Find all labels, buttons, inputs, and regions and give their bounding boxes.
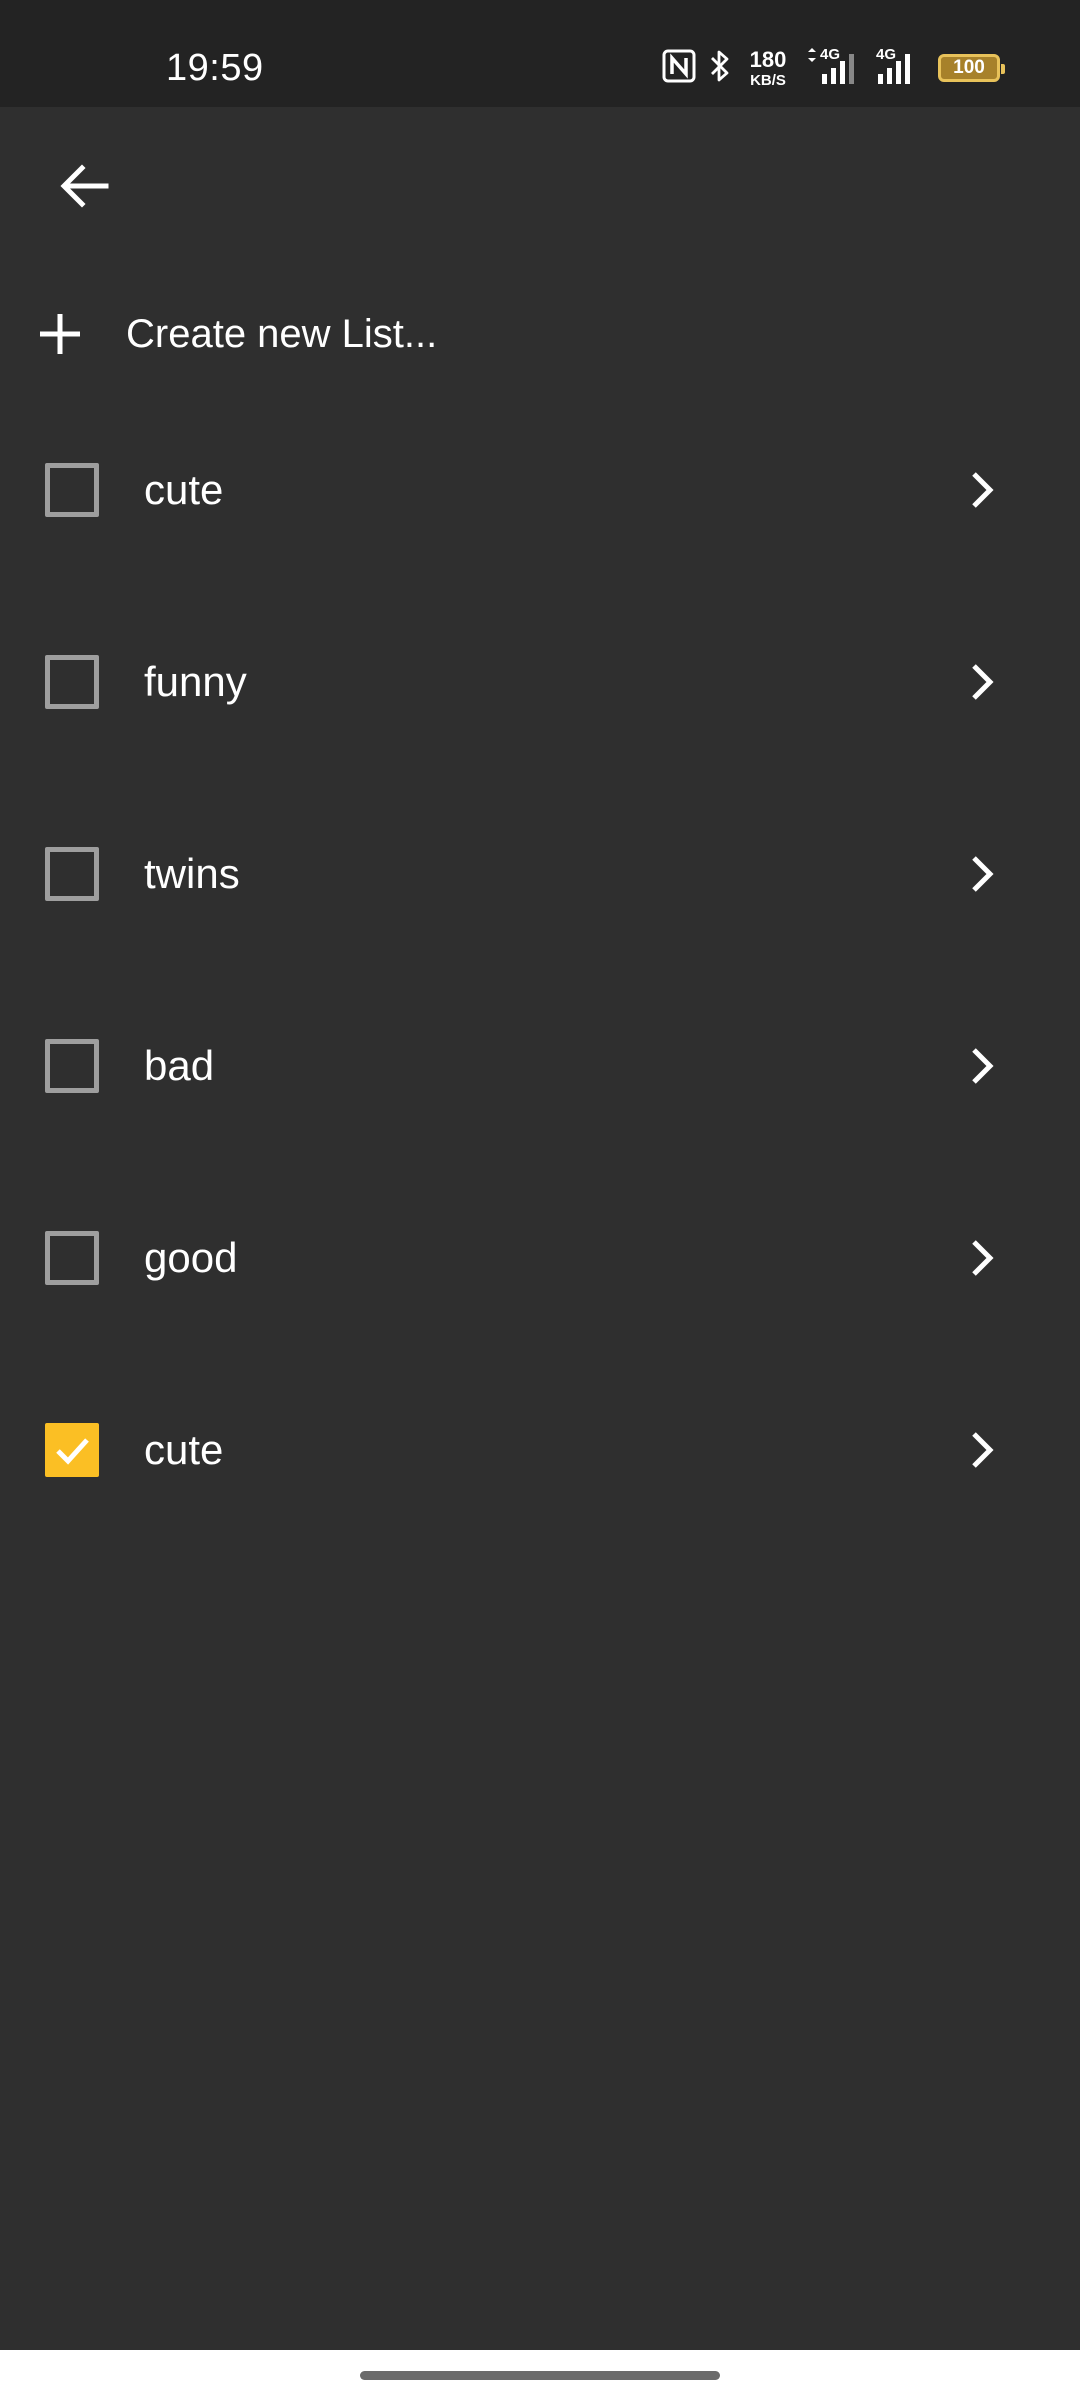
list-checkbox[interactable]	[45, 655, 99, 709]
list-item-label: cute	[144, 466, 224, 513]
battery-icon: 100	[938, 54, 1005, 82]
list-checkbox[interactable]	[45, 847, 99, 901]
navigation-bar	[0, 2350, 1080, 2400]
create-new-list-label: Create new List...	[126, 312, 438, 356]
list-item[interactable]: cute	[0, 1380, 1080, 1572]
app-screen: 19:59 180 KB/S 4G 4G 100 Create new List…	[0, 0, 1080, 2400]
list-checkbox[interactable]	[45, 463, 99, 517]
list-item[interactable]: bad	[0, 996, 1080, 1188]
list-checkbox-checked[interactable]	[45, 1423, 99, 1477]
list-item[interactable]: good	[0, 1188, 1080, 1380]
list-item-label: twins	[144, 850, 240, 897]
bluetooth-icon	[708, 48, 732, 89]
list-item-label: funny	[144, 658, 247, 705]
list-checkbox[interactable]	[45, 1039, 99, 1093]
list-item-label: good	[144, 1234, 238, 1281]
list-item[interactable]: cute	[0, 420, 1080, 612]
signal-icon: 4G	[804, 46, 862, 88]
list-collection: cute funny twins bad good cute	[0, 420, 1080, 1572]
list-item-label: cute	[144, 1426, 224, 1473]
chevron-right-icon[interactable]	[960, 1428, 1004, 1472]
chevron-right-icon[interactable]	[960, 852, 1004, 896]
status-time: 19:59	[166, 47, 264, 89]
list-item[interactable]: twins	[0, 804, 1080, 996]
nfc-icon	[662, 49, 696, 88]
arrow-left-icon	[58, 160, 110, 217]
list-item-label: bad	[144, 1042, 215, 1089]
network-speed-value: 180	[749, 46, 787, 72]
network-speed-unit: KB/S	[750, 71, 786, 89]
battery-level: 100	[953, 57, 985, 78]
status-icons: 180 KB/S 4G 4G 100	[662, 44, 1005, 92]
signal-type-label: 4G	[820, 46, 841, 63]
plus-icon	[36, 310, 84, 358]
chevron-right-icon[interactable]	[960, 1236, 1004, 1280]
list-checkbox[interactable]	[45, 1231, 99, 1285]
back-button[interactable]	[48, 152, 120, 224]
chevron-right-icon[interactable]	[960, 468, 1004, 512]
create-new-list-button[interactable]: Create new List...	[0, 290, 1080, 378]
signal-type-label: 4G	[876, 46, 897, 63]
home-indicator[interactable]	[360, 2371, 720, 2380]
checkmark-icon	[56, 1438, 89, 1465]
list-item[interactable]: funny	[0, 612, 1080, 804]
chevron-right-icon[interactable]	[960, 660, 1004, 704]
network-speed: 180 KB/S	[744, 46, 792, 89]
status-bar: 19:59 180 KB/S 4G 4G 100	[0, 0, 1080, 107]
battery-cap	[1001, 64, 1005, 74]
signal-icon: 4G	[874, 46, 926, 88]
chevron-right-icon[interactable]	[960, 1044, 1004, 1088]
